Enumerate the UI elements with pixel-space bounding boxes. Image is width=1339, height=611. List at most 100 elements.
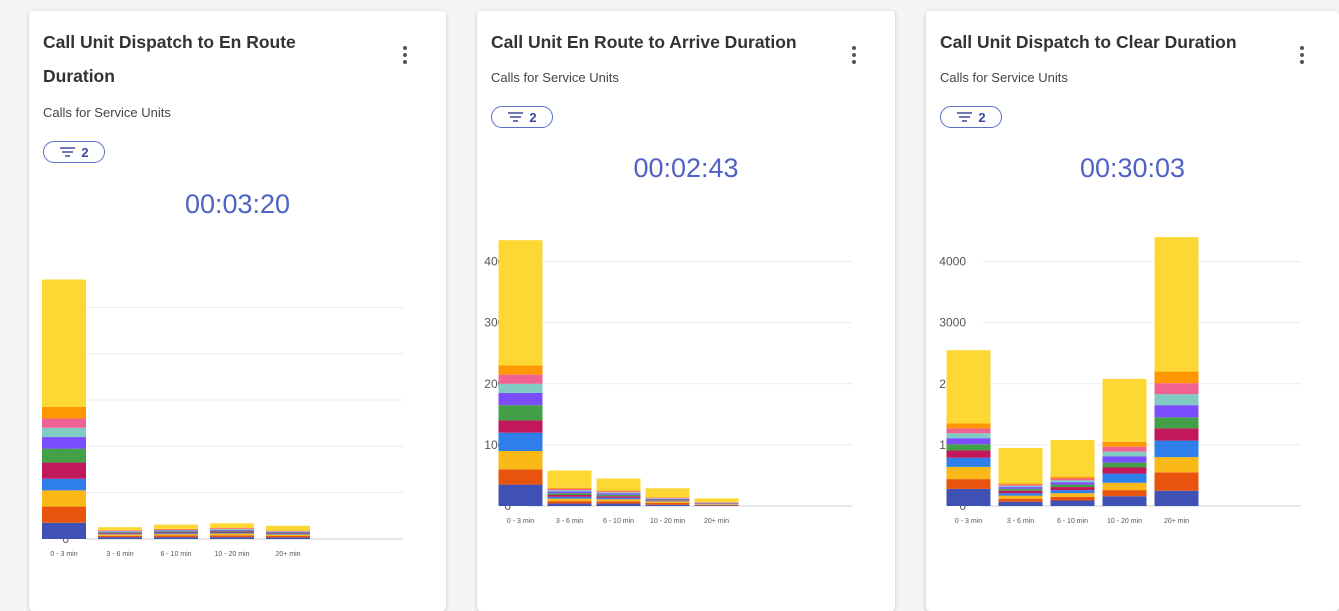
bar-segment bbox=[154, 534, 198, 535]
bar-segment bbox=[695, 498, 739, 502]
bar-segment bbox=[1051, 490, 1095, 493]
bar-segment bbox=[597, 492, 641, 493]
bar-segment bbox=[597, 495, 641, 497]
bar-segment bbox=[210, 533, 254, 534]
bar-segment bbox=[597, 498, 641, 500]
bar-segment bbox=[999, 487, 1043, 489]
bar-segment bbox=[999, 483, 1043, 484]
bar-segment bbox=[597, 501, 641, 503]
bar-segment bbox=[266, 532, 310, 533]
bar-segment bbox=[1155, 383, 1199, 394]
bar-segment bbox=[210, 532, 254, 533]
bar-segment bbox=[42, 479, 86, 491]
bar-segment bbox=[154, 525, 198, 529]
bar-segment bbox=[499, 433, 543, 451]
bar-segment bbox=[1155, 491, 1199, 506]
bar-segment bbox=[548, 504, 592, 506]
x-tick-label: 0 - 3 min bbox=[507, 518, 534, 525]
bar-segment bbox=[1051, 479, 1095, 481]
bar-segment bbox=[947, 444, 991, 450]
x-tick-label: 3 - 6 min bbox=[1007, 518, 1034, 525]
bar-segment bbox=[1103, 447, 1147, 452]
bar-segment bbox=[266, 534, 310, 535]
bar-segment bbox=[646, 499, 690, 500]
bar-segment bbox=[548, 501, 592, 503]
x-tick-label: 0 - 3 min bbox=[50, 551, 77, 558]
bar-segment bbox=[1103, 452, 1147, 457]
bar-segment bbox=[1103, 490, 1147, 496]
bar-segment bbox=[1103, 457, 1147, 463]
bar-segment bbox=[947, 350, 991, 423]
bar-segment bbox=[646, 501, 690, 503]
bar-segment bbox=[646, 501, 690, 502]
bar-segment bbox=[597, 504, 641, 506]
bar-segment bbox=[499, 485, 543, 506]
bar-segment bbox=[695, 505, 739, 506]
bar-segment bbox=[597, 479, 641, 491]
bar-segment bbox=[947, 433, 991, 438]
bar-segment bbox=[646, 497, 690, 498]
bar-segment bbox=[1155, 372, 1199, 384]
x-tick-label: 3 - 6 min bbox=[556, 518, 583, 525]
bar-segment bbox=[999, 496, 1043, 499]
bar-segment bbox=[548, 490, 592, 491]
bar-segment bbox=[646, 503, 690, 505]
bar-segment bbox=[646, 498, 690, 499]
bar-segment bbox=[646, 500, 690, 501]
bar-segment bbox=[98, 533, 142, 534]
bar-segment bbox=[548, 491, 592, 493]
bar-segment bbox=[999, 485, 1043, 486]
x-tick-label: 0 - 3 min bbox=[955, 518, 982, 525]
bar-segment bbox=[999, 489, 1043, 491]
bar-segment bbox=[42, 449, 86, 463]
bar-segment bbox=[1103, 474, 1147, 483]
bar-segment bbox=[947, 467, 991, 479]
bar-segment bbox=[548, 471, 592, 488]
bar-segment bbox=[1051, 487, 1095, 490]
bar-segment bbox=[646, 500, 690, 501]
bar-segment bbox=[154, 533, 198, 534]
bar-segment bbox=[947, 450, 991, 457]
bar-segment bbox=[154, 532, 198, 533]
bar-segment bbox=[42, 507, 86, 523]
bar-segment bbox=[210, 530, 254, 531]
bar-segment bbox=[1155, 441, 1199, 458]
bar-segment bbox=[947, 438, 991, 444]
bar-segment bbox=[1051, 480, 1095, 482]
bar-segment bbox=[42, 490, 86, 506]
stacked-bar-chart: 010002000300040000 - 3 min3 - 6 min6 - 1… bbox=[477, 11, 895, 596]
bar-segment bbox=[42, 280, 86, 407]
bar-segment bbox=[597, 496, 641, 498]
bar-segment bbox=[646, 498, 690, 499]
bar-segment bbox=[266, 533, 310, 534]
bar-segment bbox=[154, 531, 198, 532]
bar-segment bbox=[210, 533, 254, 535]
bar-segment bbox=[499, 469, 543, 484]
bar-segment bbox=[210, 523, 254, 527]
stacked-bar-chart: 010002000300040000 - 3 min3 - 6 min6 - 1… bbox=[926, 11, 1339, 596]
bar-segment bbox=[1103, 468, 1147, 474]
bar-segment bbox=[947, 489, 991, 506]
bar-segment bbox=[1103, 379, 1147, 442]
bar-segment bbox=[210, 531, 254, 532]
bar-segment bbox=[42, 419, 86, 428]
card-enroute-to-arrive: Call Unit En Route to Arrive Duration Ca… bbox=[477, 11, 895, 611]
bar-segment bbox=[646, 505, 690, 506]
bar-segment bbox=[499, 375, 543, 384]
bar-segment bbox=[154, 536, 198, 538]
bar-segment bbox=[695, 505, 739, 506]
bar-segment bbox=[499, 393, 543, 405]
bar-segment bbox=[499, 420, 543, 432]
x-tick-label: 10 - 20 min bbox=[1107, 518, 1142, 525]
bar-segment bbox=[695, 504, 739, 505]
bar-segment bbox=[1051, 501, 1095, 507]
bar-segment bbox=[999, 502, 1043, 506]
bar-segment bbox=[999, 448, 1043, 483]
bar-segment bbox=[947, 424, 991, 429]
bar-segment bbox=[1155, 472, 1199, 490]
bar-segment bbox=[947, 479, 991, 489]
bar-segment bbox=[1155, 405, 1199, 417]
bar-segment bbox=[1051, 477, 1095, 479]
bar-segment bbox=[1103, 496, 1147, 506]
bar-segment bbox=[499, 451, 543, 469]
